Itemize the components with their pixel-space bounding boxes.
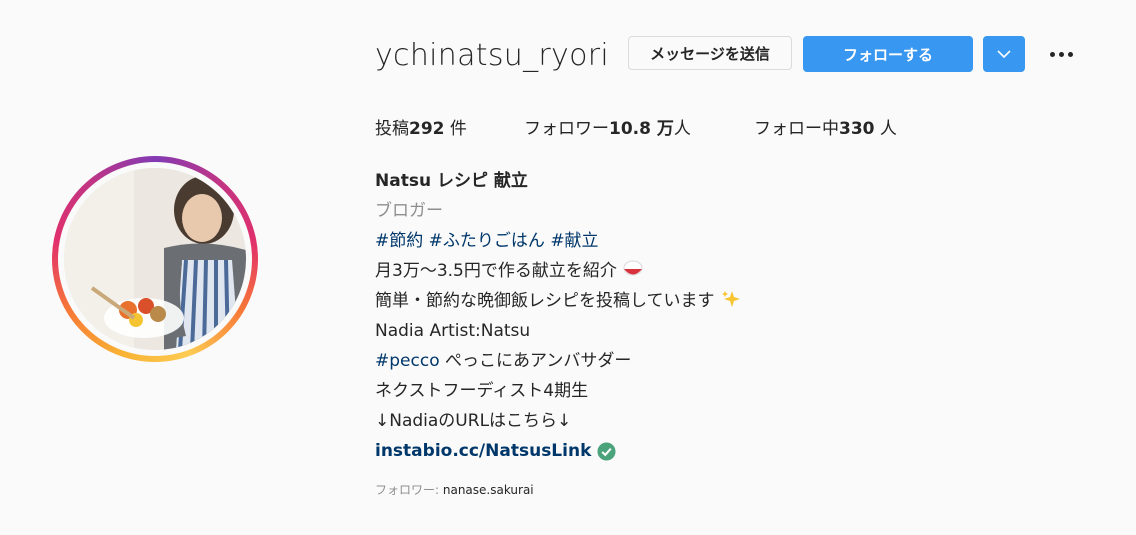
- following-stat[interactable]: フォロー中330 人: [754, 114, 897, 139]
- bio-link-text: instabio.cc/NatsusLink: [375, 441, 592, 461]
- posts-label: 投稿: [375, 119, 409, 139]
- bio-line-text: ↓NadiaのURLはこちら↓: [375, 411, 572, 431]
- profile-bio: Natsu レシピ 献立 ブロガー #節約 #ふたりごはん #献立 月3万〜3.…: [375, 166, 742, 466]
- bio-line-text: ぺっこにあアンバサダー: [439, 351, 632, 371]
- posts-unit: 件: [444, 119, 467, 139]
- verified-check-icon: [597, 441, 616, 461]
- followed-by-user[interactable]: nanase.sakurai: [443, 483, 534, 497]
- hashtag-link[interactable]: #節約: [375, 231, 423, 251]
- bio-line-text: Nadia Artist:Natsu: [375, 321, 531, 341]
- followers-stat[interactable]: フォロワー10.8 万人: [524, 114, 691, 139]
- followed-by[interactable]: フォロワー: nanase.sakurai: [375, 481, 534, 498]
- avatar-story-ring[interactable]: [52, 156, 258, 362]
- posts-stat: 投稿292 件: [375, 114, 467, 139]
- hashtag-link[interactable]: #献立: [550, 231, 598, 251]
- hashtag-link[interactable]: #ふたりごはん: [429, 231, 545, 251]
- suggested-accounts-button[interactable]: [983, 36, 1025, 72]
- sparkles-emoji-icon: [721, 291, 740, 307]
- avatar[interactable]: [64, 168, 246, 350]
- followers-count: 10.8 万: [609, 119, 674, 139]
- rice-bowl-emoji-icon: [623, 260, 643, 276]
- bio-line: #pecco ぺっこにあアンバサダー: [375, 346, 742, 376]
- following-count: 330: [839, 119, 875, 139]
- posts-count: 292: [409, 119, 445, 139]
- message-button[interactable]: メッセージを送信: [628, 36, 792, 70]
- bio-external-link[interactable]: instabio.cc/NatsusLink: [375, 436, 616, 466]
- bio-line-text: 月3万〜3.5円で作る献立を紹介: [375, 261, 617, 281]
- avatar-photo-illustration: [64, 168, 246, 350]
- bio-hashtags: #節約 #ふたりごはん #献立: [375, 226, 742, 256]
- followers-label: フォロワー: [524, 119, 609, 139]
- bio-line: 簡単・節約な晩御飯レシピを投稿しています: [375, 286, 742, 316]
- bio-line: 月3万〜3.5円で作る献立を紹介: [375, 256, 742, 286]
- avatar-border: [58, 162, 252, 356]
- following-label: フォロー中: [754, 119, 839, 139]
- bio-line-text: ネクストフーディスト4期生: [375, 381, 589, 401]
- chevron-down-icon: [997, 49, 1011, 58]
- bio-line-text: 簡単・節約な晩御飯レシピを投稿しています: [375, 291, 715, 311]
- followers-unit: 人: [673, 119, 691, 139]
- more-options-icon[interactable]: [1045, 40, 1077, 68]
- profile-username: ychinatsu_ryori: [375, 38, 610, 73]
- followed-by-label: フォロワー:: [375, 483, 443, 497]
- hashtag-link[interactable]: #pecco: [375, 351, 440, 371]
- following-unit: 人: [874, 119, 897, 139]
- profile-category: ブロガー: [375, 201, 443, 221]
- follow-button[interactable]: フォローする: [803, 36, 973, 72]
- profile-full-name: Natsu レシピ 献立: [375, 171, 528, 191]
